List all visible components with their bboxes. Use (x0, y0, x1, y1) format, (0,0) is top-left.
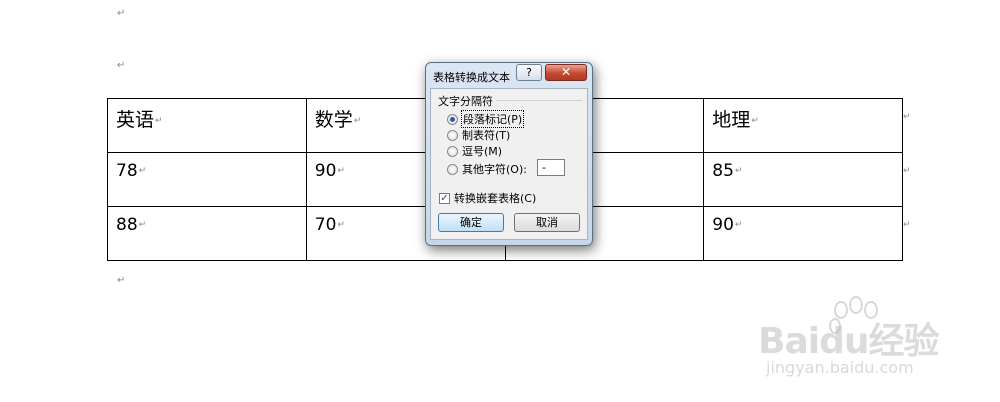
watermark-url: jingyan.baidu.com (766, 358, 914, 377)
radio-selected-icon (447, 113, 458, 125)
table-cell[interactable]: 78↵ (107, 152, 307, 207)
radio-icon (447, 129, 458, 141)
paragraph-mark: ↵ (117, 60, 126, 71)
table-cell[interactable]: 英语↵ (107, 98, 307, 153)
table-cell[interactable]: 88↵ (107, 206, 307, 261)
row-end-mark: ↵ (903, 112, 911, 122)
option-label: 段落标记(P) (460, 110, 525, 128)
ok-button[interactable]: 确定 (438, 213, 504, 232)
table-cell[interactable]: 地理↵ (703, 98, 903, 153)
radio-icon (447, 145, 458, 157)
row-end-mark: ↵ (903, 166, 911, 176)
table-cell[interactable]: 85↵ (703, 152, 903, 207)
radio-comma[interactable]: 逗号(M) (447, 143, 502, 159)
help-icon: ? (526, 66, 532, 79)
radio-other-char[interactable]: 其他字符(O): (447, 161, 527, 177)
close-icon: ✕ (560, 65, 572, 79)
option-label: 逗号(M) (462, 145, 503, 158)
close-button[interactable]: ✕ (545, 64, 587, 81)
checkbox-checked-icon: ✓ (439, 192, 450, 204)
separator-group-label: 文字分隔符 (438, 95, 493, 108)
convert-nested-checkbox[interactable]: ✓ 转换嵌套表格(C) (439, 190, 536, 206)
option-label: 其他字符(O): (462, 163, 527, 176)
radio-paragraph-mark[interactable]: 段落标记(P) (447, 110, 525, 128)
row-end-mark: ↵ (903, 220, 911, 230)
other-char-input[interactable]: - (537, 159, 565, 176)
cancel-button[interactable]: 取消 (514, 213, 580, 232)
checkbox-label: 转换嵌套表格(C) (454, 192, 537, 205)
radio-tab[interactable]: 制表符(T) (447, 127, 510, 143)
watermark-brand: Baidu经验 (758, 321, 939, 362)
group-divider (496, 100, 582, 101)
table-cell[interactable]: 90↵ (703, 206, 903, 261)
radio-icon (447, 163, 458, 175)
help-button[interactable]: ? (516, 64, 542, 81)
option-label: 制表符(T) (462, 129, 511, 142)
paragraph-mark: ↵ (117, 275, 126, 286)
paragraph-mark: ↵ (117, 8, 126, 19)
dialog-title: 表格转换成文本 (433, 71, 510, 84)
